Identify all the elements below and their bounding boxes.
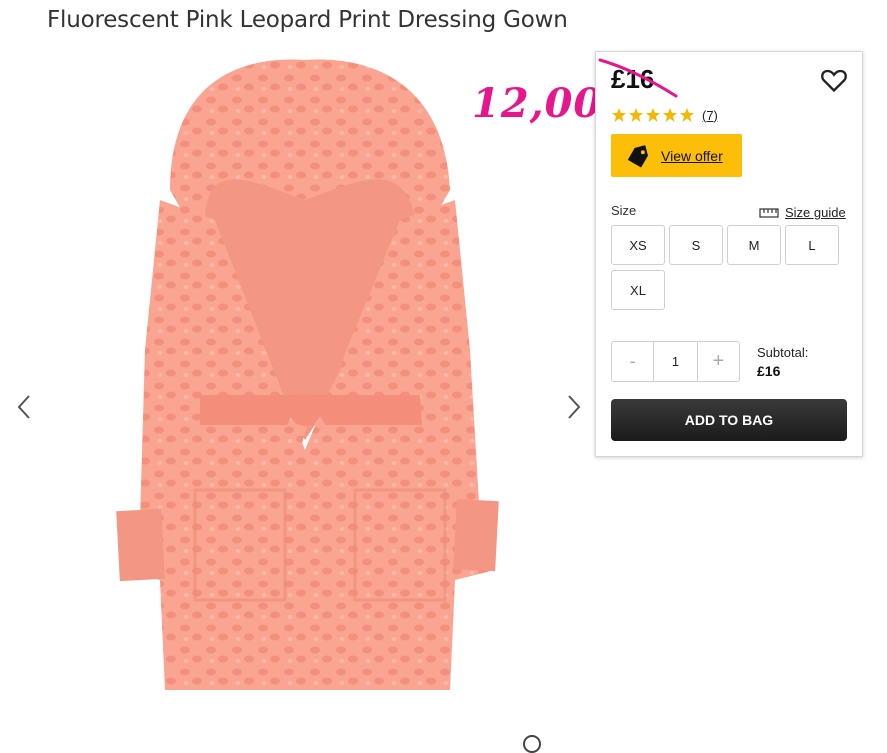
price-tag-icon xyxy=(627,144,648,168)
subtotal-label: Subtotal: xyxy=(757,345,809,360)
star-rating xyxy=(611,107,696,123)
size-option-xs[interactable]: XS xyxy=(611,225,665,265)
gallery-indicator-dot[interactable] xyxy=(523,735,541,753)
purchase-panel: £16 (7) View offer Size Size guide XS S … xyxy=(595,51,863,457)
subtotal: Subtotal: £16 xyxy=(757,345,808,379)
reviews-count-link[interactable]: (7) xyxy=(702,108,718,123)
price-strikethrough-mark xyxy=(598,58,678,98)
subtotal-value: £16 xyxy=(757,363,781,379)
view-offer-label: View offer xyxy=(661,147,723,164)
size-option-m[interactable]: M xyxy=(727,225,781,265)
chevron-left-icon xyxy=(17,395,30,419)
quantity-decrease-button[interactable]: - xyxy=(612,342,653,381)
product-image-gallery xyxy=(0,50,590,742)
five-stars-icon xyxy=(612,108,694,122)
quantity-value[interactable]: 1 xyxy=(653,342,698,381)
next-image-arrow[interactable] xyxy=(560,390,588,424)
rating: (7) xyxy=(611,107,718,123)
quantity-increase-button[interactable]: + xyxy=(698,342,739,381)
wishlist-heart-button[interactable] xyxy=(820,66,848,94)
handwritten-price-annotation: 12,00 xyxy=(472,80,603,127)
previous-image-arrow[interactable] xyxy=(10,390,38,424)
chevron-right-icon xyxy=(568,395,581,419)
ruler-icon xyxy=(759,207,779,218)
product-title: Fluorescent Pink Leopard Print Dressing … xyxy=(47,7,568,33)
size-label: Size xyxy=(611,203,637,218)
quantity-stepper: - 1 + xyxy=(611,341,740,382)
size-option-xl[interactable]: XL xyxy=(611,270,665,310)
size-option-s[interactable]: S xyxy=(669,225,723,265)
size-guide-label: Size guide xyxy=(785,205,846,220)
add-to-bag-button[interactable]: ADD TO BAG xyxy=(611,399,847,441)
size-options: XS S M L XL xyxy=(611,225,851,310)
heart-icon xyxy=(821,69,847,93)
size-guide-link[interactable]: Size guide xyxy=(759,205,846,220)
size-option-l[interactable]: L xyxy=(785,225,839,265)
view-offer-button[interactable]: View offer xyxy=(611,134,742,177)
dressing-gown-image xyxy=(116,59,499,690)
